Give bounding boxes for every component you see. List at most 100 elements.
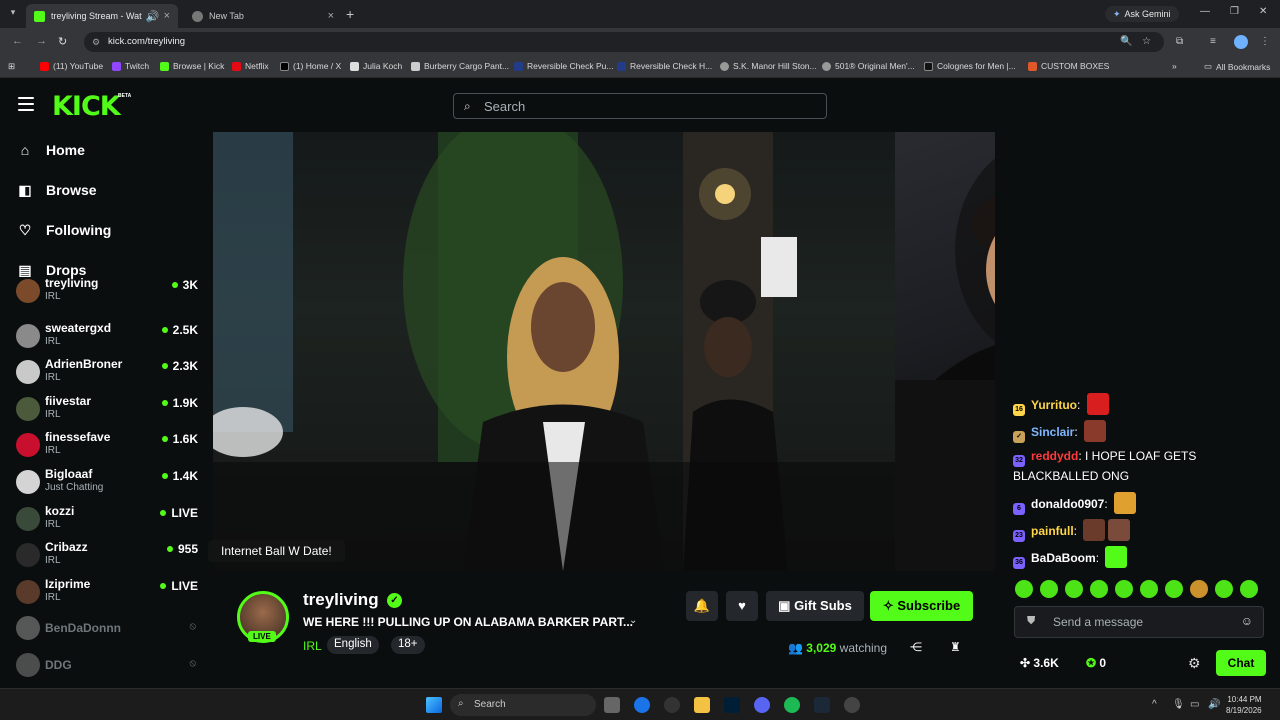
sidebar-channel-item[interactable]: AdrienBroner IRL 2.3K bbox=[14, 357, 204, 391]
browser-menu-icon[interactable]: ⋮ bbox=[1260, 36, 1270, 47]
search-input[interactable]: ⌕ Search bbox=[453, 93, 827, 119]
close-tab-icon[interactable]: × bbox=[328, 10, 334, 22]
kick-logo[interactable]: KICK bbox=[52, 91, 121, 122]
chat-username[interactable]: Yurrituo bbox=[1031, 398, 1077, 412]
emote-icon[interactable] bbox=[1165, 580, 1183, 598]
emote-icon[interactable] bbox=[1240, 580, 1258, 598]
emote-icon[interactable] bbox=[1015, 580, 1033, 598]
bookmark-kick[interactable]: Browse | Kick bbox=[160, 61, 224, 71]
new-tab-button[interactable]: + bbox=[346, 6, 354, 22]
sidebar-channel-item[interactable]: BenDaDonnn ⦸ bbox=[14, 613, 204, 647]
all-bookmarks[interactable]: ▭ All Bookmarks bbox=[1204, 61, 1270, 72]
sidebar-item-following[interactable]: ♡ Following bbox=[18, 218, 112, 242]
bookmark-star-icon[interactable]: ☆ bbox=[1142, 36, 1151, 47]
emote-icon[interactable] bbox=[1040, 580, 1058, 598]
zoom-icon[interactable]: 🔍 bbox=[1120, 36, 1132, 47]
gear-icon[interactable]: ⚙ bbox=[1188, 655, 1201, 672]
sidebar-channel-item[interactable]: Iziprime IRL LIVE bbox=[14, 577, 204, 611]
subscribe-button[interactable]: ✧ Subscribe bbox=[870, 591, 973, 621]
steam-icon[interactable] bbox=[814, 697, 830, 713]
back-icon[interactable]: ← bbox=[12, 35, 23, 47]
minimize-icon[interactable]: — bbox=[1200, 6, 1210, 17]
bookmark-501[interactable]: 501® Original Men'... bbox=[822, 61, 915, 71]
emote-icon[interactable] bbox=[1215, 580, 1233, 598]
bookmark-julia-koch[interactable]: Julia Koch bbox=[350, 61, 402, 71]
sidebar-channel-item[interactable]: treyliving IRL 3K bbox=[14, 276, 204, 310]
emote-icon[interactable] bbox=[1065, 580, 1083, 598]
bookmark-reversible-1[interactable]: Reversible Check Pu... bbox=[514, 61, 613, 71]
category-link[interactable]: IRL bbox=[303, 639, 322, 653]
share-icon[interactable]: ⋲ bbox=[910, 640, 922, 654]
chat-username[interactable]: reddydd bbox=[1031, 449, 1078, 463]
emote-icon[interactable] bbox=[1190, 580, 1208, 598]
tag-age[interactable]: 18+ bbox=[391, 636, 425, 654]
video-player[interactable] bbox=[213, 132, 995, 571]
follow-button[interactable]: ♥ bbox=[726, 591, 758, 621]
discord-icon[interactable] bbox=[754, 697, 770, 713]
emote-icon[interactable] bbox=[1090, 580, 1108, 598]
browser-tab-active[interactable]: treyliving Stream - Watch L 🔊 × bbox=[26, 4, 178, 28]
emote-icon[interactable] bbox=[1115, 580, 1133, 598]
streamer-name[interactable]: treyliving bbox=[303, 590, 379, 610]
chat-username[interactable]: painfull bbox=[1031, 524, 1074, 538]
sidebar-channel-item[interactable]: kozzi IRL LIVE bbox=[14, 504, 204, 538]
chevron-down-icon[interactable]: ⌄ bbox=[629, 615, 637, 626]
file-explorer-icon[interactable] bbox=[694, 697, 710, 713]
tag-language[interactable]: English bbox=[327, 636, 379, 654]
chat-username[interactable]: donaldo0907 bbox=[1031, 497, 1104, 511]
site-info-icon[interactable]: ⚙ bbox=[92, 37, 100, 48]
gift-subs-button[interactable]: ▣ Gift Subs bbox=[766, 591, 864, 621]
extensions-icon[interactable]: ⧉ bbox=[1176, 36, 1183, 47]
microphone-icon[interactable]: 🎙 bbox=[1172, 699, 1185, 710]
emote-icon[interactable] bbox=[1140, 580, 1158, 598]
close-tab-icon[interactable]: × bbox=[164, 10, 170, 22]
video-frame[interactable] bbox=[213, 132, 895, 571]
tray-chevron-icon[interactable]: ^ bbox=[1152, 699, 1157, 710]
ask-gemini-button[interactable]: ✦ Ask Gemini bbox=[1105, 6, 1179, 22]
sidebar-channel-item[interactable]: DDG ⦸ bbox=[14, 650, 204, 684]
chrome-icon[interactable] bbox=[634, 697, 650, 713]
bookmark-youtube[interactable]: (11) YouTube bbox=[40, 61, 103, 71]
bookmark-colognes[interactable]: Colognes for Men |... bbox=[924, 61, 1016, 71]
browser-tab-new[interactable]: New Tab × bbox=[184, 4, 342, 28]
windows-start-icon[interactable] bbox=[426, 697, 442, 713]
sidebar-channel-item[interactable]: sweatergxd IRL 2.5K bbox=[14, 321, 204, 355]
taskbar-search[interactable]: ⌕ Search bbox=[450, 694, 596, 716]
spotify-icon[interactable] bbox=[784, 697, 800, 713]
bookmark-x[interactable]: (1) Home / X bbox=[280, 61, 341, 71]
tab-search-button[interactable]: ▾ bbox=[6, 7, 20, 21]
sidebar-item-home[interactable]: ⌂ Home bbox=[18, 138, 85, 162]
more-bookmarks-icon[interactable]: » bbox=[1172, 61, 1177, 71]
chat-send-button[interactable]: Chat bbox=[1216, 650, 1266, 676]
github-icon[interactable] bbox=[664, 697, 680, 713]
window-close-icon[interactable]: ✕ bbox=[1259, 6, 1267, 17]
sidebar-channel-item[interactable]: finessefave IRL 1.6K bbox=[14, 430, 204, 464]
clip-icon[interactable]: ♜ bbox=[950, 640, 961, 654]
notification-bell-button[interactable]: 🔔 bbox=[686, 591, 718, 621]
app-icon[interactable] bbox=[844, 697, 860, 713]
task-view-icon[interactable] bbox=[604, 697, 620, 713]
bookmark-burberry[interactable]: Burberry Cargo Pant... bbox=[411, 61, 509, 71]
rewards-stat[interactable]: ✪ 0 bbox=[1086, 656, 1106, 670]
chat-username[interactable]: Sinclair bbox=[1031, 425, 1074, 439]
bookmark-twitch[interactable]: Twitch bbox=[112, 61, 149, 71]
apps-icon[interactable]: ⊞ bbox=[8, 61, 15, 72]
restore-icon[interactable]: ❐ bbox=[1230, 6, 1239, 17]
omnibox[interactable]: ⚙ kick.com/treyliving bbox=[84, 32, 1164, 52]
system-clock[interactable]: 10:44 PM 8/19/2026 bbox=[1226, 694, 1262, 716]
menu-icon[interactable] bbox=[18, 97, 34, 111]
media-icon[interactable]: ≡ bbox=[1210, 36, 1216, 47]
bookmark-reversible-2[interactable]: Reversible Check H... bbox=[617, 61, 712, 71]
chat-username[interactable]: BaDaBoom bbox=[1031, 551, 1096, 565]
chat-message-input[interactable]: ⛊ Send a message ☺ bbox=[1014, 606, 1264, 638]
sidebar-channel-item[interactable]: Bigloaaf Just Chatting 1.4K bbox=[14, 467, 204, 501]
forward-icon[interactable]: → bbox=[36, 35, 47, 47]
bookmark-netflix[interactable]: Netflix bbox=[232, 61, 269, 71]
reload-icon[interactable]: ↻ bbox=[58, 35, 67, 48]
network-icon[interactable]: ▭ bbox=[1190, 699, 1199, 710]
points-stat[interactable]: ✣ 3.6K bbox=[1020, 656, 1059, 670]
emoji-icon[interactable]: ☺ bbox=[1241, 614, 1253, 628]
speaker-icon[interactable]: 🔊 bbox=[146, 10, 160, 23]
bookmark-custom-boxes[interactable]: CUSTOM BOXES bbox=[1028, 61, 1109, 71]
sidebar-channel-item[interactable]: fiivestar IRL 1.9K bbox=[14, 394, 204, 428]
